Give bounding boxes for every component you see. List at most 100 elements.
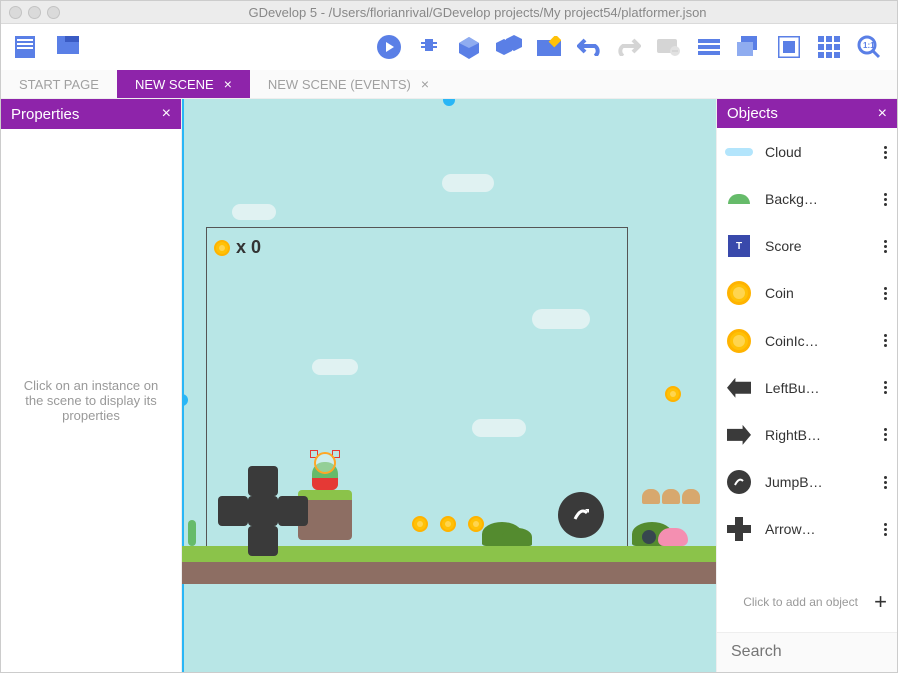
scene-object-coin[interactable] [468, 516, 484, 532]
objects-list-item[interactable]: CoinIc… [717, 317, 897, 364]
objects-search [717, 632, 897, 672]
objects-list-item[interactable]: T Score [717, 223, 897, 270]
scene-object-bush[interactable] [502, 528, 532, 546]
svg-text:1:1: 1:1 [863, 41, 875, 50]
more-icon[interactable] [884, 193, 887, 206]
objects-list-item[interactable]: Coin [717, 270, 897, 317]
scene-ground-dirt[interactable] [182, 562, 716, 584]
objects-panel: Objects × Cloud Backg… T Score Coin CoinIc… Le… [716, 99, 897, 672]
object-thumbnail [721, 370, 757, 406]
more-icon[interactable] [884, 428, 887, 441]
scene-object-cloud[interactable] [442, 174, 494, 192]
objects-list-item[interactable]: Cloud [717, 128, 897, 175]
undo-button[interactable] [571, 29, 607, 65]
zoom-reset-button[interactable]: 1:1 [851, 29, 887, 65]
tab-new-scene-events[interactable]: NEW SCENE (EVENTS) × [250, 70, 447, 98]
more-icon[interactable] [884, 334, 887, 347]
debug-button[interactable] [411, 29, 447, 65]
plus-icon[interactable]: + [874, 589, 887, 615]
coin-count-text: x 0 [236, 237, 261, 258]
search-input[interactable] [729, 642, 898, 662]
object-label: Backg… [765, 191, 876, 207]
properties-panel: Properties × Click on an instance on the… [1, 99, 182, 672]
object-thumbnail [721, 134, 757, 170]
edit-scene-button[interactable] [531, 29, 567, 65]
more-icon[interactable] [884, 381, 887, 394]
tab-bar: START PAGE NEW SCENE × NEW SCENE (EVENTS… [1, 70, 897, 99]
scene-object-bridge[interactable] [642, 489, 660, 504]
object-label: CoinIc… [765, 333, 876, 349]
export-button[interactable] [51, 29, 87, 65]
more-icon[interactable] [884, 523, 887, 536]
scene-object-bridge[interactable] [682, 489, 700, 504]
scene-resize-handle-top[interactable] [443, 99, 455, 106]
objects-list: Cloud Backg… T Score Coin CoinIc… LeftBu… Right… [717, 128, 897, 552]
object-label: JumpB… [765, 474, 876, 490]
object-label: Coin [765, 285, 876, 301]
play-button[interactable] [371, 29, 407, 65]
more-icon[interactable] [884, 287, 887, 300]
tab-label: NEW SCENE (EVENTS) [268, 77, 411, 92]
scene-object-coin[interactable] [412, 516, 428, 532]
scene-resize-handle-left[interactable] [182, 394, 188, 406]
scene-object-slime[interactable] [658, 528, 688, 546]
object-thumbnail [721, 464, 757, 500]
more-icon[interactable] [884, 146, 887, 159]
close-icon[interactable]: × [162, 105, 171, 123]
object-label: Score [765, 238, 876, 254]
window-minimize-button[interactable] [28, 6, 41, 19]
scene-object-fly[interactable] [642, 530, 656, 544]
scene-canvas[interactable]: x 0 [182, 99, 716, 672]
close-icon[interactable]: × [421, 77, 429, 91]
edit-objectgroup-button[interactable] [491, 29, 527, 65]
scene-overlay-jump-button[interactable] [558, 492, 604, 538]
object-thumbnail: T [721, 228, 757, 264]
scene-hud-coincount[interactable]: x 0 [214, 237, 261, 258]
object-thumbnail [721, 323, 757, 359]
scene-overlay-dpad[interactable] [218, 466, 308, 556]
object-thumbnail [721, 417, 757, 453]
scene-object-coin[interactable] [665, 386, 681, 402]
object-label: Cloud [765, 144, 876, 160]
object-label: LeftBu… [765, 380, 876, 396]
scene-object-coin[interactable] [440, 516, 456, 532]
close-icon[interactable]: × [878, 105, 887, 123]
mask-button[interactable] [771, 29, 807, 65]
object-thumbnail [721, 181, 757, 217]
tab-label: NEW SCENE [135, 77, 214, 92]
scene-object-cloud[interactable] [232, 204, 276, 220]
object-thumbnail [721, 511, 757, 547]
objects-list-item[interactable]: RightB… [717, 411, 897, 458]
project-manager-button[interactable] [11, 29, 47, 65]
layers-button[interactable] [731, 29, 767, 65]
window-maximize-button[interactable] [47, 6, 60, 19]
tab-new-scene[interactable]: NEW SCENE × [117, 70, 250, 98]
tab-start-page[interactable]: START PAGE [1, 70, 117, 98]
objects-header: Objects × [717, 99, 897, 128]
layers-list-button[interactable] [691, 29, 727, 65]
redo-button[interactable] [611, 29, 647, 65]
properties-placeholder: Click on an instance on the scene to dis… [1, 129, 181, 672]
properties-title: Properties [11, 106, 79, 123]
grid-button[interactable] [811, 29, 847, 65]
objects-list-item[interactable]: Backg… [717, 176, 897, 223]
objects-title: Objects [727, 105, 778, 122]
more-icon[interactable] [884, 240, 887, 253]
edit-object-button[interactable] [451, 29, 487, 65]
objects-list-item[interactable]: Arrow… [717, 506, 897, 553]
object-thumbnail [721, 275, 757, 311]
more-icon[interactable] [884, 476, 887, 489]
scene-object-cactus[interactable] [188, 520, 196, 546]
scene-object-player[interactable] [310, 452, 340, 490]
objects-list-item[interactable]: LeftBu… [717, 364, 897, 411]
properties-header: Properties × [1, 99, 181, 129]
coin-icon [214, 240, 230, 256]
close-icon[interactable]: × [224, 77, 232, 91]
scene-object-bridge[interactable] [662, 489, 680, 504]
add-object-label: Click to add an object [727, 595, 874, 609]
instances-button[interactable] [651, 29, 687, 65]
window-close-button[interactable] [9, 6, 22, 19]
object-label: RightB… [765, 427, 876, 443]
objects-list-item[interactable]: JumpB… [717, 458, 897, 505]
add-object-row[interactable]: Click to add an object + [717, 573, 897, 632]
